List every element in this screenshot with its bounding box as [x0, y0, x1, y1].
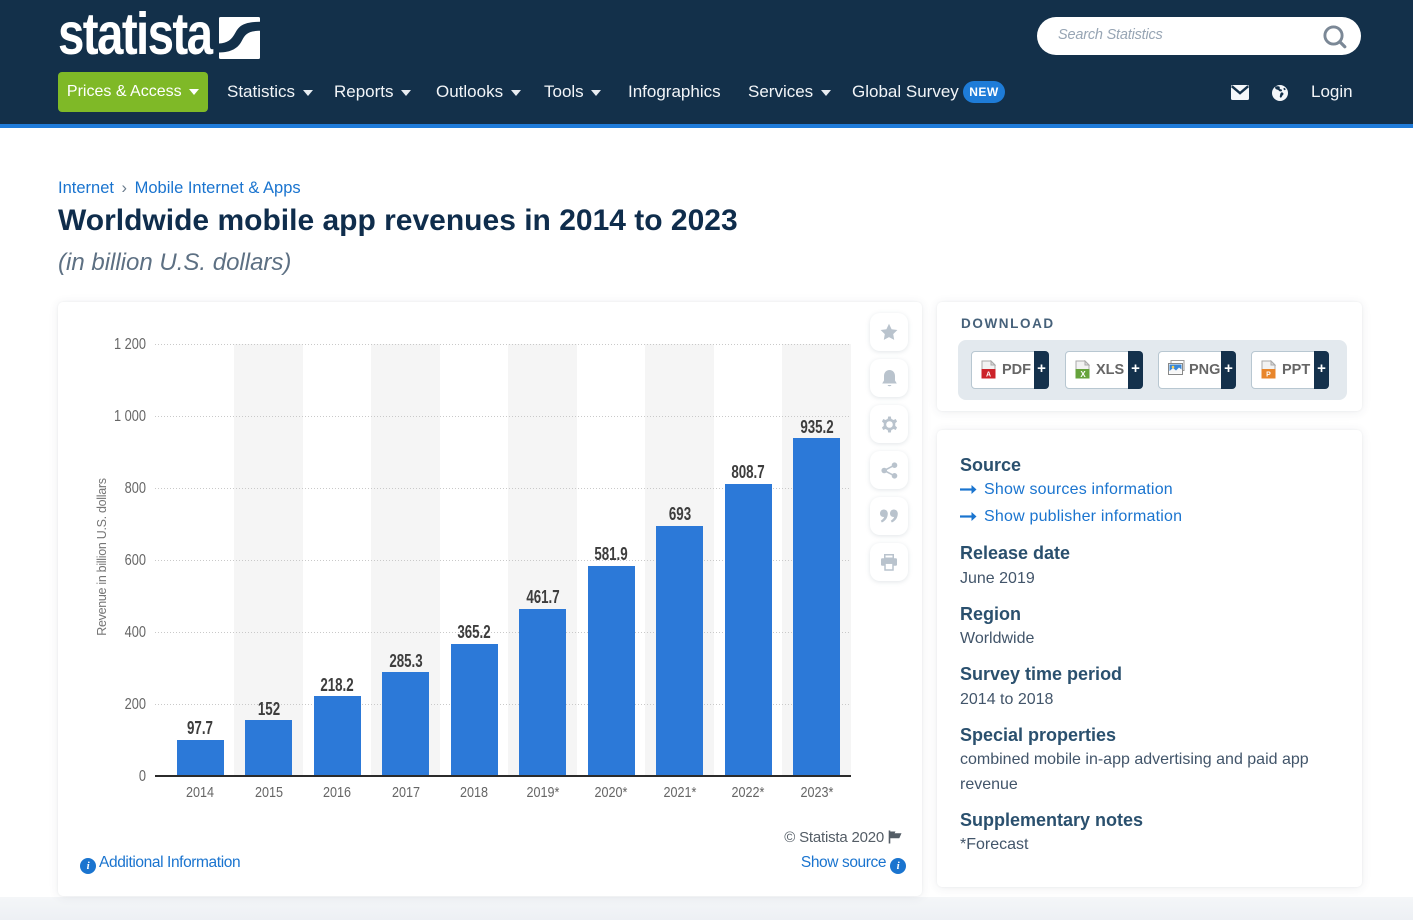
svg-text:X: X — [1080, 370, 1086, 379]
svg-text:P: P — [1266, 372, 1271, 379]
svg-text:A: A — [986, 372, 991, 379]
